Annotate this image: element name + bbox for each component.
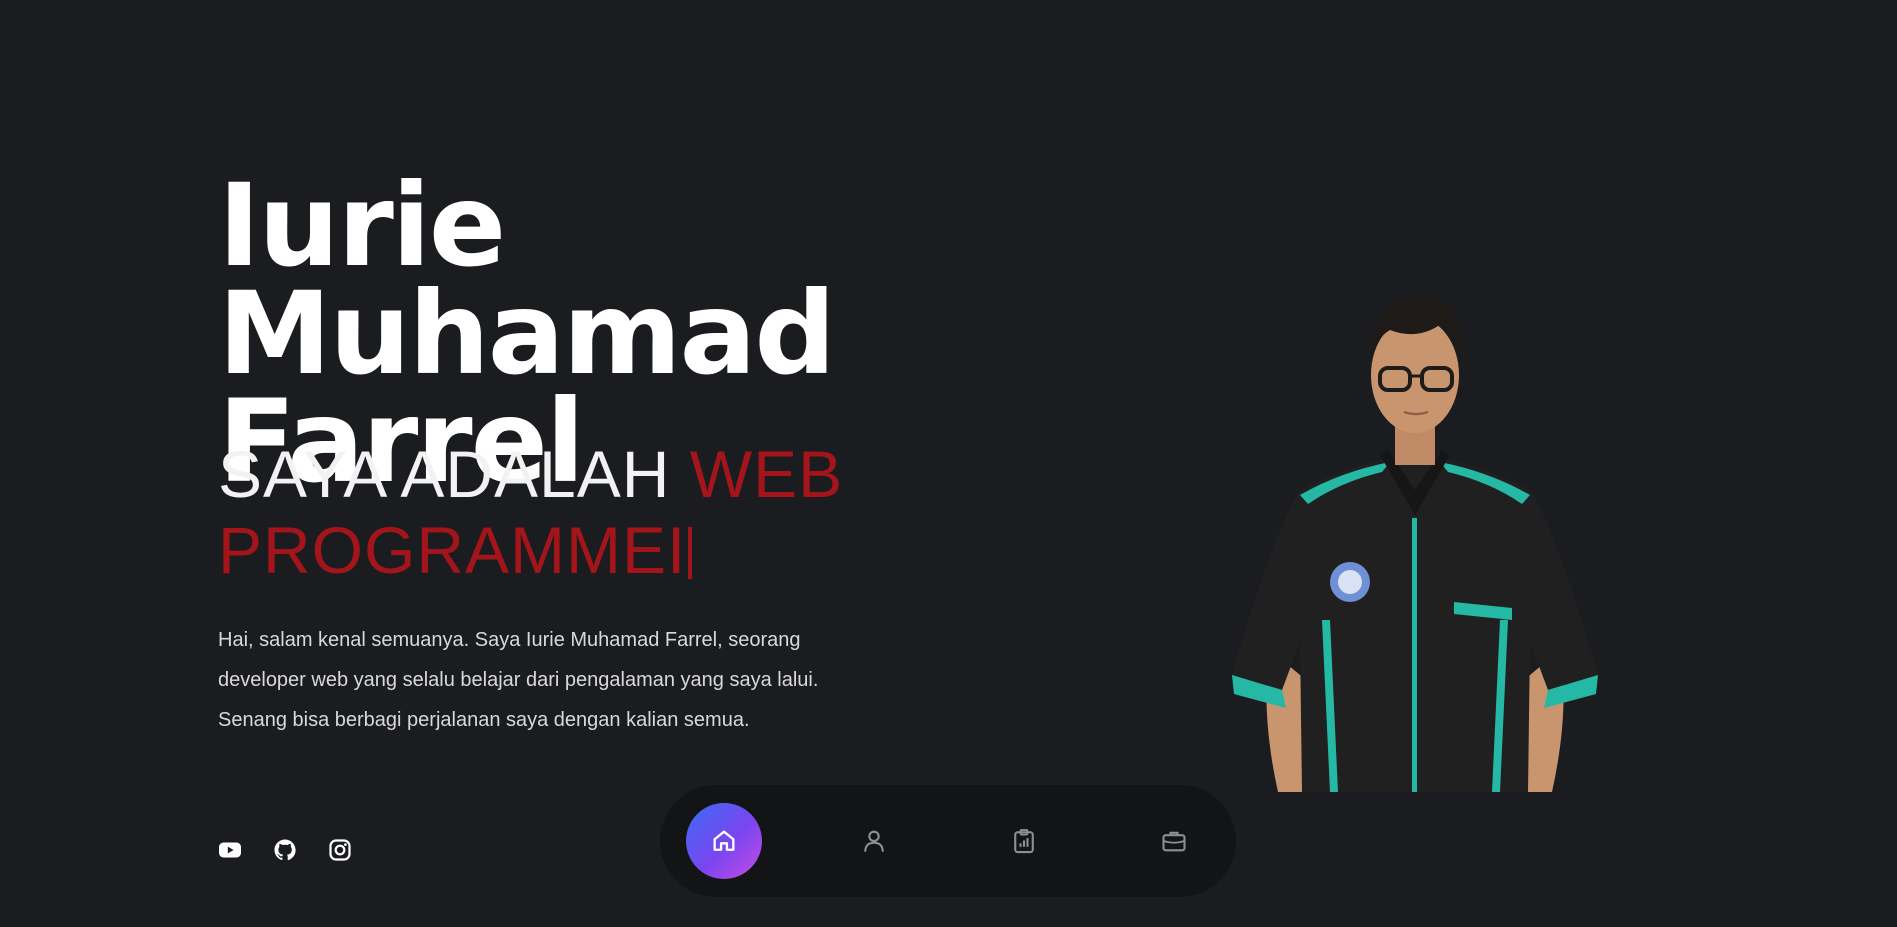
youtube-link[interactable] xyxy=(218,838,242,862)
intro-line: developer web yang selalu belajar dari p… xyxy=(218,669,819,691)
social-links xyxy=(218,838,352,862)
role-heading: SAYA ADALAH WEB PROGRAMMEI xyxy=(218,436,858,588)
hero-name-line1: Iurie Muhamad xyxy=(218,159,836,400)
github-icon xyxy=(274,839,296,861)
role-prefix: SAYA ADALAH xyxy=(218,437,690,511)
dock-portfolio-button[interactable] xyxy=(1136,803,1212,879)
dock-home-button[interactable] xyxy=(686,803,762,879)
user-icon xyxy=(864,830,884,852)
briefcase-icon xyxy=(1162,831,1186,852)
github-link[interactable] xyxy=(273,838,297,862)
youtube-icon xyxy=(219,842,241,858)
instagram-icon xyxy=(329,839,351,861)
portfolio-page: Iurie Muhamad Farrel SAYA ADALAH WEB PRO… xyxy=(0,0,1897,927)
clipboard-chart-icon xyxy=(1014,828,1034,854)
typing-caret xyxy=(688,527,693,579)
intro-line: Hai, salam kenal semuanya. Saya Iurie Mu… xyxy=(218,629,801,651)
bottom-dock-nav xyxy=(660,785,1236,897)
instagram-link[interactable] xyxy=(328,838,352,862)
dock-skills-button[interactable] xyxy=(986,803,1062,879)
home-icon xyxy=(713,830,735,851)
dock-about-button[interactable] xyxy=(836,803,912,879)
intro-paragraph: Hai, salam kenal semuanya. Saya Iurie Mu… xyxy=(218,620,858,740)
profile-photo xyxy=(1232,296,1598,792)
intro-line: Senang bisa berbagi perjalanan saya deng… xyxy=(218,709,750,731)
